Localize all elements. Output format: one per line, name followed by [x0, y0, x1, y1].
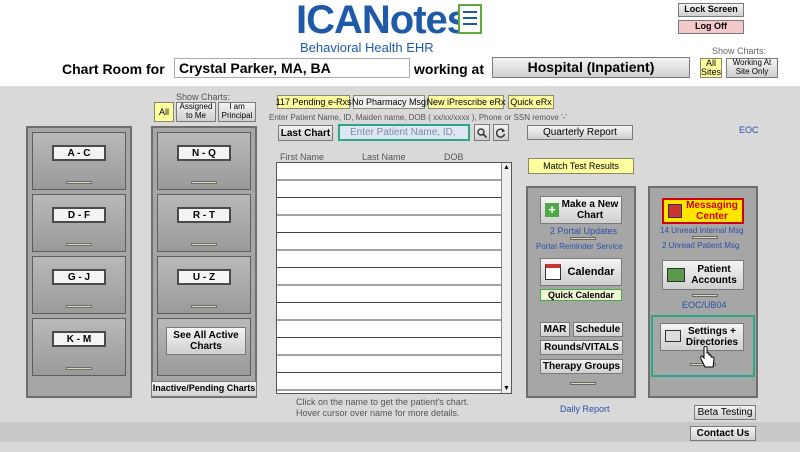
actions-panel: + Make a New Chart 2 Portal Updates Port…: [526, 186, 636, 398]
new-iprescribe-button[interactable]: New iPrescribe eRx: [426, 95, 506, 109]
mailbox-icon: [668, 204, 682, 218]
table-footer-2: Hover cursor over name for more details.: [296, 408, 460, 418]
unread-internal-link[interactable]: 14 Unread Internal Msg: [660, 226, 744, 235]
log-off-button[interactable]: Log Off: [678, 20, 744, 34]
filter-all-button[interactable]: All: [154, 102, 174, 122]
beta-testing-button[interactable]: Beta Testing: [694, 405, 756, 420]
patient-accounts-button[interactable]: Patient Accounts: [662, 260, 744, 290]
quick-erx-button[interactable]: Quick eRx: [508, 95, 554, 109]
col-first-name: First Name: [280, 152, 325, 162]
pending-erx-button[interactable]: 117 Pending e-Rxs: [276, 95, 351, 109]
msg-bar: [692, 236, 718, 239]
accounts-bar: [692, 294, 718, 297]
drawer-n-q[interactable]: N - Q: [157, 132, 251, 190]
drawer-u-z[interactable]: U - Z: [157, 256, 251, 314]
drawer-see-all: See All Active Charts: [157, 318, 251, 376]
hand-cursor-icon: [698, 345, 716, 370]
refresh-icon[interactable]: [493, 124, 509, 141]
contact-us-button[interactable]: Contact Us: [690, 426, 756, 441]
patient-table[interactable]: ▲ ▼: [276, 162, 512, 394]
table-footer-1: Click on the name to get the patient's c…: [296, 397, 469, 407]
search-hint: Enter Patient Name, ID, Maiden name, DOB…: [269, 113, 567, 122]
drawer-a-c[interactable]: A - C: [32, 132, 126, 190]
match-test-results-button[interactable]: Match Test Results: [528, 158, 634, 174]
logo-tagline: Behavioral Health EHR: [300, 40, 434, 55]
lock-screen-button[interactable]: Lock Screen: [678, 3, 744, 17]
portal-updates-bar: [570, 237, 596, 240]
see-all-active-charts-button[interactable]: See All Active Charts: [166, 327, 246, 355]
user-name-field: Crystal Parker, MA, BA: [174, 58, 410, 78]
show-charts-label-right: Show Charts:: [712, 46, 767, 56]
new-chart-icon: +: [545, 203, 559, 217]
filter-assigned-button[interactable]: Assigned to Me: [176, 102, 216, 122]
eoc-link[interactable]: EOC: [739, 125, 759, 135]
no-pharmacy-button[interactable]: No Pharmacy Msg: [352, 95, 426, 109]
col-dob: DOB: [444, 152, 464, 162]
working-at-site-only-button[interactable]: Working At Site Only: [726, 58, 778, 78]
schedule-button[interactable]: Schedule: [573, 322, 623, 337]
drawer-g-j[interactable]: G - J: [32, 256, 126, 314]
calendar-icon: [545, 264, 561, 280]
settings-icon: [665, 330, 681, 342]
filter-principal-button[interactable]: I am Principal: [218, 102, 256, 122]
location-select[interactable]: Hospital (Inpatient): [492, 57, 690, 78]
working-at-label: working at: [414, 61, 485, 77]
search-icon[interactable]: [474, 124, 490, 141]
calendar-button[interactable]: Calendar: [540, 258, 622, 286]
cabinet-left: A - C D - F G - J K - M: [26, 126, 132, 398]
show-charts-label: Show Charts:: [176, 92, 231, 102]
quarterly-report-button[interactable]: Quarterly Report: [527, 125, 633, 140]
drawer-r-t[interactable]: R - T: [157, 194, 251, 252]
actions-bar: [570, 382, 596, 385]
all-sites-button[interactable]: All Sites: [700, 58, 722, 78]
portal-updates-link[interactable]: 2 Portal Updates: [550, 226, 617, 236]
messaging-center-button[interactable]: Messaging Center: [662, 198, 744, 224]
make-new-chart-button[interactable]: + Make a New Chart: [540, 196, 622, 224]
patient-search-input[interactable]: Enter Patient Name, ID,: [338, 124, 470, 141]
unread-patient-link[interactable]: 2 Unread Patient Msg: [662, 241, 739, 250]
logo-brand: ICANotes: [296, 0, 469, 42]
last-chart-button[interactable]: Last Chart: [278, 125, 333, 141]
mar-button[interactable]: MAR: [540, 322, 570, 337]
daily-report-link[interactable]: Daily Report: [560, 404, 610, 414]
logo: ICANotes Behavioral Health EHR: [296, 0, 496, 55]
cabinet-middle: N - Q R - T U - Z See All Active Charts: [151, 126, 257, 398]
eoc-ub04-link[interactable]: EOC/UB04: [682, 300, 727, 310]
portal-reminder-link[interactable]: Portal Reminder Service: [536, 242, 623, 251]
drawer-d-f[interactable]: D - F: [32, 194, 126, 252]
table-scrollbar[interactable]: ▲ ▼: [501, 163, 511, 393]
accounts-icon: [667, 268, 685, 282]
rounds-vitals-button[interactable]: Rounds/VITALS: [540, 340, 623, 355]
chart-room-label: Chart Room for: [62, 61, 165, 77]
bottom-bar: [0, 422, 800, 442]
col-last-name: Last Name: [362, 152, 406, 162]
drawer-k-m[interactable]: K - M: [32, 318, 126, 376]
logo-doc-icon: [458, 4, 482, 34]
inactive-pending-charts-button[interactable]: Inactive/Pending Charts: [151, 381, 257, 397]
therapy-groups-button[interactable]: Therapy Groups: [540, 359, 623, 374]
quick-calendar-button[interactable]: Quick Calendar: [540, 289, 622, 301]
